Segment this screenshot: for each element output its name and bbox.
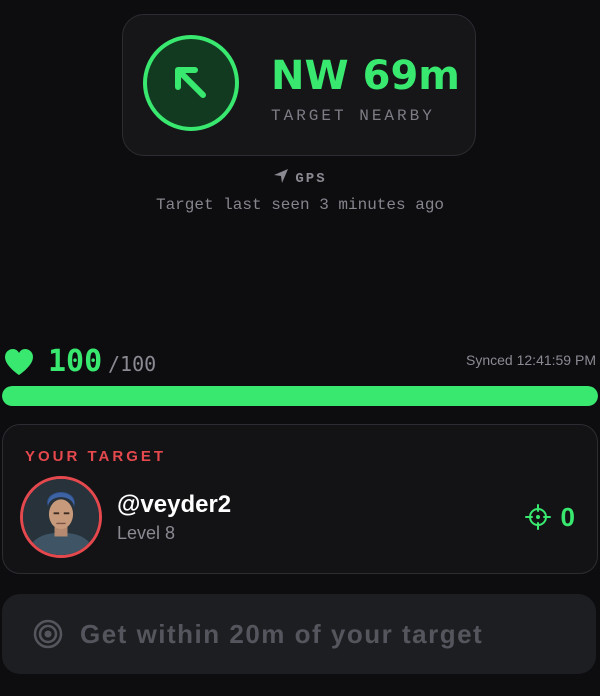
direction-label: NW bbox=[271, 53, 349, 99]
proximity-status: TARGET NEARBY bbox=[271, 107, 435, 125]
compass-card: NW 69m TARGET NEARBY bbox=[122, 14, 476, 156]
target-heading: YOUR TARGET bbox=[25, 448, 167, 465]
sync-timestamp: Synced 12:41:59 PM bbox=[466, 352, 596, 368]
location-source-label: GPS bbox=[295, 171, 327, 187]
health-current: 100 bbox=[48, 344, 103, 379]
avatar-portrait bbox=[23, 479, 99, 555]
distance-label: 69m bbox=[362, 53, 460, 99]
crosshair-icon bbox=[524, 504, 551, 530]
direction-indicator bbox=[143, 35, 239, 131]
target-level: Level 8 bbox=[117, 523, 176, 543]
kill-counter: 0 bbox=[524, 501, 575, 532]
navigation-arrow-icon bbox=[274, 169, 289, 183]
kill-count: 0 bbox=[560, 501, 575, 532]
eliminate-button[interactable]: Get within 20m of your target bbox=[2, 594, 596, 674]
arrow-up-left-icon bbox=[175, 67, 206, 98]
avatar[interactable] bbox=[20, 476, 102, 558]
direction-distance: NW 69m bbox=[271, 53, 460, 99]
health-bar-fill bbox=[2, 386, 598, 406]
health-bar bbox=[2, 386, 598, 406]
eliminate-button-label: Get within 20m of your target bbox=[80, 618, 484, 649]
last-seen-text: Target last seen 3 minutes ago bbox=[155, 196, 445, 214]
location-source: GPS bbox=[0, 168, 600, 187]
target-rings-icon bbox=[33, 619, 63, 649]
heart-icon bbox=[5, 349, 33, 375]
health-max: /100 bbox=[108, 352, 157, 376]
target-card[interactable]: YOUR TARGET @veyder2 Level 8 0 bbox=[2, 424, 598, 574]
target-username: @veyder2 bbox=[117, 491, 232, 518]
app-screen: NW 69m TARGET NEARBY GPS Target last seen… bbox=[0, 0, 600, 696]
